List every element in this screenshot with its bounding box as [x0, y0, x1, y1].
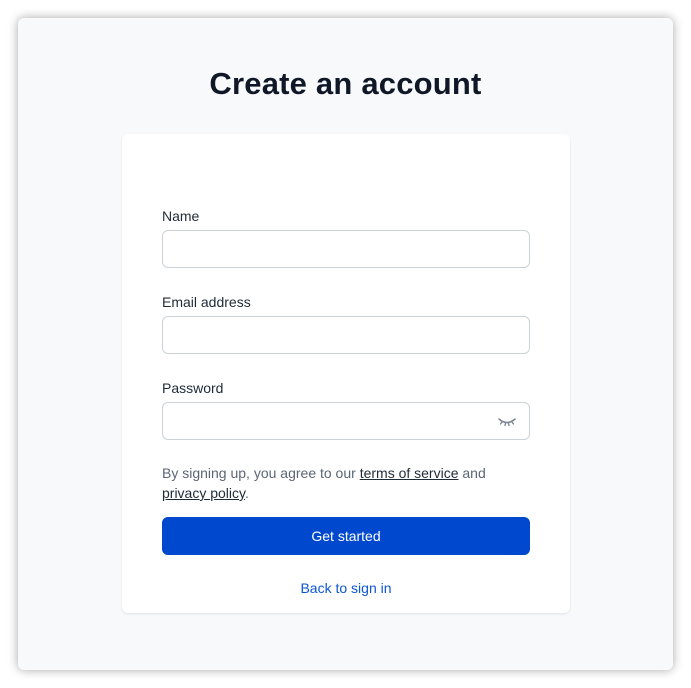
back-to-sign-in-link[interactable]: Back to sign in [122, 580, 570, 596]
terms-notice: By signing up, you agree to our terms of… [162, 463, 532, 503]
password-input[interactable] [163, 403, 517, 439]
name-input[interactable] [163, 231, 517, 267]
signup-card: Name Email address Password By signing u… [122, 134, 570, 613]
terms-of-service-link[interactable]: terms of service [360, 465, 459, 481]
get-started-button[interactable]: Get started [162, 517, 530, 555]
eye-closed-icon[interactable] [497, 413, 517, 429]
terms-middle: and [458, 465, 486, 481]
password-label: Password [162, 380, 224, 396]
terms-prefix: By signing up, you agree to our [162, 465, 360, 481]
signup-window: Create an account Name Email address Pas… [18, 18, 673, 670]
terms-suffix: . [245, 485, 249, 501]
email-input[interactable] [163, 317, 517, 353]
email-label: Email address [162, 294, 251, 310]
name-field-box [162, 230, 530, 268]
privacy-policy-link[interactable]: privacy policy [162, 485, 245, 501]
email-field-box [162, 316, 530, 354]
name-label: Name [162, 208, 200, 224]
page-title: Create an account [209, 66, 482, 101]
password-field-box [162, 402, 530, 440]
